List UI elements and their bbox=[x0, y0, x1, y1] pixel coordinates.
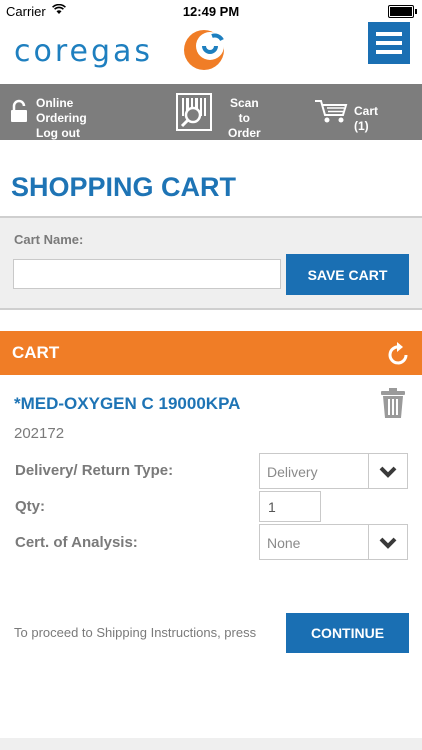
shopping-cart-icon bbox=[314, 98, 348, 127]
trash-icon[interactable] bbox=[380, 387, 406, 424]
cert-analysis-value: None bbox=[267, 535, 301, 551]
page-title: SHOPPING CART bbox=[11, 172, 237, 202]
cart-section-title: CART bbox=[12, 343, 60, 362]
nav-scan-label-1: Scan to bbox=[230, 96, 259, 125]
qty-label: Qty: bbox=[15, 498, 45, 515]
hamburger-menu-icon bbox=[376, 32, 402, 36]
cart-section-header: CART bbox=[0, 331, 422, 375]
cart-name-input[interactable] bbox=[13, 259, 281, 289]
nav-scan-label-2: Order bbox=[228, 126, 261, 140]
nav-cart-label: Cart (1) bbox=[354, 104, 379, 133]
delivery-type-value: Delivery bbox=[267, 464, 318, 480]
battery-icon bbox=[388, 5, 417, 18]
nav-bar: Online Ordering Log out Scan to Order Ca… bbox=[0, 84, 422, 140]
product-code: 202172 bbox=[14, 425, 65, 442]
select-arrow bbox=[368, 454, 407, 488]
proceed-instruction: To proceed to Shipping Instructions, pre… bbox=[14, 625, 257, 640]
continue-button[interactable]: CONTINUE bbox=[286, 613, 409, 653]
delivery-type-label: Delivery/ Return Type: bbox=[15, 462, 174, 479]
hamburger-bar bbox=[376, 41, 402, 45]
delivery-type-select[interactable]: Delivery bbox=[259, 453, 408, 489]
cart-name-label: Cart Name: bbox=[14, 232, 84, 247]
clock: 12:49 PM bbox=[182, 4, 240, 19]
select-arrow bbox=[368, 525, 407, 559]
nav-online-ordering-label: Online Ordering bbox=[36, 96, 87, 125]
app-header: coregas bbox=[0, 22, 422, 84]
refresh-icon[interactable] bbox=[388, 341, 410, 370]
qty-input[interactable]: 1 bbox=[259, 491, 321, 522]
logo-text: coregas bbox=[14, 34, 154, 69]
lock-icon bbox=[10, 99, 28, 126]
barcode-scan-icon bbox=[176, 93, 212, 134]
menu-button[interactable] bbox=[368, 22, 410, 64]
qty-value: 1 bbox=[268, 499, 276, 515]
logo-mark-icon bbox=[182, 28, 228, 77]
cart-name-panel: Cart Name: SAVE CART bbox=[0, 216, 422, 310]
cert-analysis-label: Cert. of Analysis: bbox=[15, 534, 138, 551]
hamburger-bar bbox=[376, 50, 402, 54]
cert-analysis-select[interactable]: None bbox=[259, 524, 408, 560]
footer-strip bbox=[0, 738, 422, 750]
nav-logout-link[interactable]: Log out bbox=[36, 126, 87, 141]
status-bar: Carrier 12:49 PM bbox=[0, 0, 422, 22]
save-cart-button[interactable]: SAVE CART bbox=[286, 254, 409, 295]
product-name[interactable]: *MED-OXYGEN C 19000KPA bbox=[14, 394, 240, 414]
